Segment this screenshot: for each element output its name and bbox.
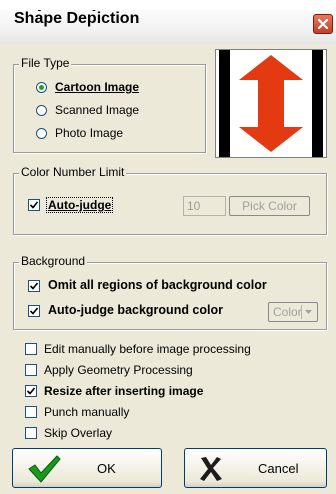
color-limit-legend: Color Number Limit (19, 165, 127, 179)
auto-judge-checkbox[interactable] (28, 199, 40, 211)
label-scanned-image[interactable]: Scanned Image (55, 103, 139, 117)
shape-preview-graphic (219, 50, 323, 157)
omit-background-checkbox[interactable] (28, 280, 40, 292)
color-dropdown[interactable]: Color (268, 302, 318, 322)
x-mark-icon (200, 457, 222, 481)
edit-manually-label[interactable]: Edit manually before image processing (44, 342, 251, 356)
skip-overlay-label[interactable]: Skip Overlay (44, 426, 112, 440)
file-type-legend: File Type (19, 56, 72, 70)
label-photo-image[interactable]: Photo Image (55, 126, 123, 140)
checkmark-icon (28, 455, 61, 483)
dropdown-arrow-icon (301, 305, 315, 319)
auto-background-checkbox[interactable] (28, 305, 40, 317)
punch-manually-label[interactable]: Punch manually (44, 405, 129, 419)
ok-label: OK (97, 461, 116, 476)
cancel-label: Cancel (258, 461, 299, 476)
omit-background-label[interactable]: Omit all regions of background color (48, 278, 267, 292)
auto-background-label[interactable]: Auto-judge background color (48, 303, 223, 317)
apply-geometry-label[interactable]: Apply Geometry Processing (44, 363, 193, 377)
background-legend: Background (19, 254, 88, 268)
pick-color-button[interactable]: Pick Color (229, 196, 310, 216)
cancel-button[interactable]: Cancel (184, 448, 327, 488)
label-cartoon-image[interactable]: Cartoon Image (55, 80, 139, 94)
radio-photo-image[interactable] (36, 128, 47, 139)
title-bar: Shape Depiction Shape Depiction (0, 0, 336, 44)
resize-after-insert-checkbox[interactable] (25, 385, 37, 397)
color-count-field[interactable]: 10 (183, 196, 226, 216)
window-title: Shape Depiction (14, 10, 140, 27)
checkmark-icon (29, 201, 39, 209)
ok-button[interactable]: OK (12, 448, 162, 488)
close-button[interactable] (313, 14, 333, 34)
resize-after-insert-label[interactable]: Resize after inserting image (44, 384, 203, 398)
close-icon (317, 18, 329, 30)
checkmark-icon (29, 307, 39, 315)
title-clip-band (0, 0, 336, 10)
radio-scanned-image[interactable] (36, 105, 47, 116)
skip-overlay-checkbox[interactable] (25, 427, 37, 439)
color-dropdown-label: Color (273, 305, 302, 319)
auto-judge-label[interactable]: Auto-judge (46, 197, 114, 213)
radio-cartoon-image[interactable] (36, 82, 47, 93)
punch-manually-checkbox[interactable] (25, 406, 37, 418)
radio-selected-dot (39, 85, 44, 90)
apply-geometry-checkbox[interactable] (25, 364, 37, 376)
checkmark-icon (26, 387, 36, 395)
shape-preview (215, 49, 327, 158)
checkmark-icon (29, 282, 39, 290)
edit-manually-checkbox[interactable] (25, 343, 37, 355)
